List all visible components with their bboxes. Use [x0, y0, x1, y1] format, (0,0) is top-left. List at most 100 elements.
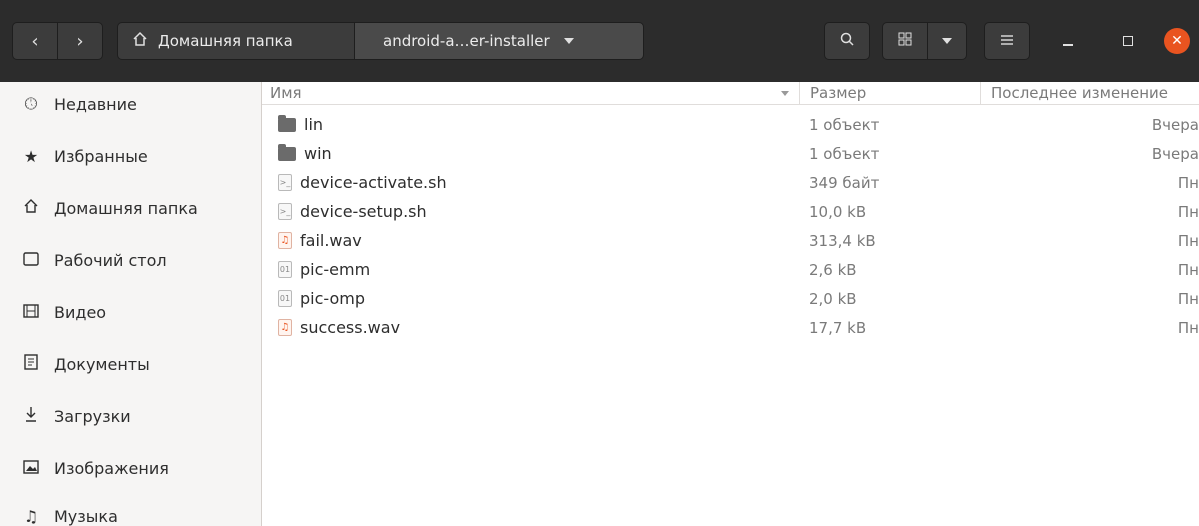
sidebar-item-label: Документы — [54, 354, 150, 374]
minimize-button[interactable] — [1045, 22, 1091, 60]
sidebar-item-documents[interactable]: Документы — [0, 344, 261, 384]
grid-view-icon — [898, 32, 912, 50]
file-row[interactable]: 01 pic-emm 2,6 kB Пн — [262, 256, 1199, 283]
file-size: 2,6 kB — [809, 260, 857, 279]
file-modified: Пн — [1177, 318, 1199, 337]
star-icon: ★ — [23, 146, 39, 166]
sidebar-item-label: Домашняя папка — [54, 198, 198, 218]
file-size: 2,0 kB — [809, 289, 857, 308]
audio-file-icon: ♫ — [278, 232, 292, 249]
chevron-down-icon — [563, 38, 574, 44]
sort-descending-icon — [781, 91, 789, 96]
binary-file-icon: 01 — [278, 261, 292, 278]
chevron-right-icon: › — [76, 30, 84, 52]
file-name: win — [304, 144, 332, 163]
file-name-cell: >_ device-setup.sh — [278, 198, 427, 225]
folder-icon — [278, 114, 296, 132]
sidebar-item-label: Видео — [54, 302, 107, 322]
sidebar-item-desktop[interactable]: Рабочий стол — [0, 240, 261, 280]
view-options-button[interactable] — [927, 22, 967, 60]
sidebar-item-downloads[interactable]: Загрузки — [0, 396, 261, 436]
file-row[interactable]: ♫ success.wav 17,7 kB Пн — [262, 314, 1199, 341]
path-bar-home[interactable]: Домашняя папка — [117, 22, 355, 60]
file-size: 1 объект — [809, 144, 880, 163]
view-toggle-button[interactable] — [882, 22, 928, 60]
file-row[interactable]: lin 1 объект Вчера — [262, 111, 1199, 138]
file-name: device-setup.sh — [300, 202, 427, 221]
file-name-cell: >_ device-activate.sh — [278, 169, 447, 196]
maximize-button[interactable] — [1105, 22, 1151, 60]
chevron-down-icon — [942, 38, 952, 44]
forward-button[interactable]: › — [57, 22, 103, 60]
chevron-left-icon: ‹ — [31, 30, 39, 52]
minimize-icon — [1063, 44, 1073, 46]
back-button[interactable]: ‹ — [12, 22, 58, 60]
maximize-icon — [1123, 36, 1133, 46]
file-row[interactable]: win 1 объект Вчера — [262, 140, 1199, 167]
file-list-view: Имя Размер Последнее изменение lin 1 объ… — [262, 82, 1199, 526]
column-header-modified[interactable]: Последнее изменение — [980, 82, 1199, 105]
sidebar-item-recent[interactable]: 🕔︎ Недавние — [0, 84, 261, 124]
file-row[interactable]: >_ device-setup.sh 10,0 kB Пн — [262, 198, 1199, 225]
desktop-icon — [22, 251, 40, 270]
file-modified: Пн — [1177, 231, 1199, 250]
video-icon — [22, 303, 40, 322]
column-header-name-label: Имя — [270, 84, 302, 102]
file-name-cell: lin — [278, 111, 323, 138]
file-name: success.wav — [300, 318, 401, 337]
file-modified: Вчера — [1151, 115, 1199, 134]
document-icon — [22, 354, 40, 374]
column-header-modified-label: Последнее изменение — [991, 84, 1169, 102]
sidebar-item-pictures[interactable]: Изображения — [0, 448, 261, 488]
file-modified: Пн — [1177, 260, 1199, 279]
file-size: 1 объект — [809, 115, 880, 134]
close-button[interactable]: ✕ — [1164, 28, 1190, 54]
home-icon — [22, 198, 40, 218]
file-name: lin — [304, 115, 324, 134]
file-name-cell: ♫ fail.wav — [278, 227, 362, 254]
column-header-size-label: Размер — [810, 84, 867, 102]
file-size: 17,7 kB — [809, 318, 867, 337]
file-name: pic-emm — [300, 260, 371, 279]
folder-icon — [278, 143, 296, 161]
binary-file-icon: 01 — [278, 290, 292, 307]
main-menu-button[interactable] — [984, 22, 1030, 60]
sidebar-item-label: Музыка — [54, 506, 118, 526]
file-size: 349 байт — [809, 173, 880, 192]
column-header-size[interactable]: Размер — [799, 82, 980, 105]
search-button[interactable] — [824, 22, 870, 60]
current-folder-label: android-a…er-installer — [383, 32, 550, 50]
file-name: pic-omp — [300, 289, 365, 308]
sidebar-item-videos[interactable]: Видео — [0, 292, 261, 332]
hamburger-menu-icon — [1000, 32, 1014, 50]
sidebar-item-label: Избранные — [54, 146, 148, 166]
sidebar-item-label: Загрузки — [54, 406, 131, 426]
file-modified: Вчера — [1151, 144, 1199, 163]
clock-icon: 🕔︎ — [24, 94, 38, 113]
column-header-name[interactable]: Имя — [262, 82, 799, 105]
image-icon — [22, 459, 40, 478]
path-home-label: Домашняя папка — [158, 32, 293, 50]
close-icon: ✕ — [1171, 33, 1183, 49]
file-row[interactable]: >_ device-activate.sh 349 байт Пн — [262, 169, 1199, 196]
file-name: device-activate.sh — [300, 173, 447, 192]
home-icon — [132, 31, 148, 51]
path-bar-current-folder[interactable]: android-a…er-installer — [354, 22, 644, 60]
sidebar-item-music[interactable]: ♫ Музыка — [0, 496, 261, 526]
file-size: 313,4 kB — [809, 231, 876, 250]
sidebar-item-starred[interactable]: ★ Избранные — [0, 136, 261, 176]
sidebar-item-label: Рабочий стол — [54, 250, 167, 270]
sidebar: 🕔︎ Недавние ★ Избранные Домашняя папка Р… — [0, 82, 262, 526]
file-name-cell: 01 pic-omp — [278, 285, 365, 312]
sidebar-item-home[interactable]: Домашняя папка — [0, 188, 261, 228]
sidebar-item-label: Изображения — [54, 458, 169, 478]
file-name-cell: win — [278, 140, 332, 167]
script-file-icon: >_ — [278, 203, 292, 220]
file-row[interactable]: 01 pic-omp 2,0 kB Пн — [262, 285, 1199, 312]
file-modified: Пн — [1177, 173, 1199, 192]
header-bar: ‹ › Домашняя папка android-a…er-installe… — [0, 0, 1199, 82]
sidebar-item-label: Недавние — [54, 94, 137, 114]
file-row[interactable]: ♫ fail.wav 313,4 kB Пн — [262, 227, 1199, 254]
script-file-icon: >_ — [278, 174, 292, 191]
file-size: 10,0 kB — [809, 202, 867, 221]
